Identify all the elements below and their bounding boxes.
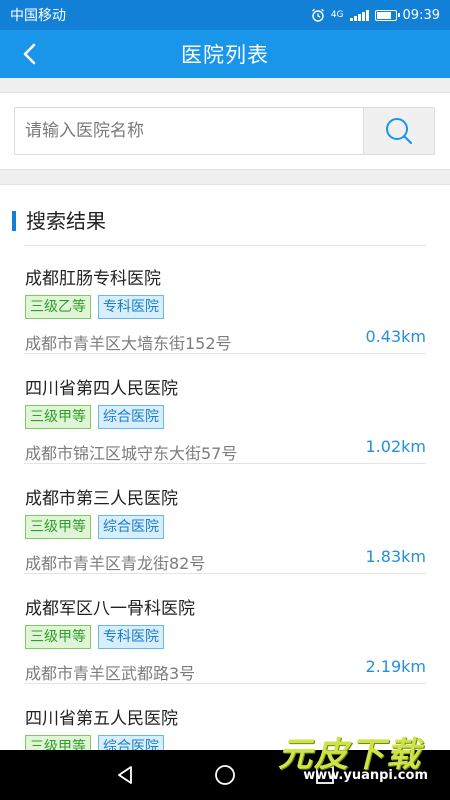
hospital-item[interactable]: 成都市第三人民医院 三级甲等 综合医院 成都市青羊区青龙街82号 1.83km	[0, 466, 450, 576]
results-panel: 搜索结果 成都肛肠专科医院 三级乙等 专科医院 成都市青羊区大墙东街152号 0…	[0, 184, 450, 750]
type-tag: 专科医院	[98, 625, 164, 649]
hospital-list: 成都肛肠专科医院 三级乙等 专科医院 成都市青羊区大墙东街152号 0.43km…	[0, 246, 450, 750]
divider	[24, 353, 426, 354]
circle-home-icon	[215, 765, 235, 785]
back-button[interactable]	[14, 38, 46, 70]
page-title: 医院列表	[181, 43, 269, 67]
signal-icon	[349, 9, 369, 21]
hospital-name: 成都市第三人民医院	[25, 489, 178, 509]
grade-tag: 三级甲等	[25, 515, 91, 539]
type-tag: 综合医院	[98, 405, 164, 429]
search-button[interactable]	[363, 107, 435, 155]
hospital-address: 成都市青羊区武都路3号	[25, 664, 196, 683]
hospital-item[interactable]: 四川省第四人民医院 三级甲等 综合医院 成都市锦江区城守东大街57号 1.02k…	[0, 356, 450, 466]
hospital-distance: 1.83km	[365, 547, 426, 566]
type-tag: 综合医院	[98, 735, 164, 750]
hospital-name: 成都军区八一骨科医院	[25, 599, 195, 619]
carrier-label: 中国移动	[10, 8, 66, 24]
watermark-url: www.yuanpi.com	[303, 768, 428, 783]
hospital-distance: 2.19km	[365, 657, 426, 676]
status-bar: 中国移动 4G 09:39	[0, 0, 450, 30]
hospital-address: 成都市锦江区城守东大街57号	[25, 444, 238, 463]
hospital-item[interactable]: 成都军区八一骨科医院 三级甲等 专科医院 成都市青羊区武都路3号 2.19km	[0, 576, 450, 686]
divider	[24, 573, 426, 574]
search-area	[0, 92, 450, 170]
grade-tag: 三级乙等	[25, 295, 91, 319]
divider	[24, 463, 426, 464]
triangle-back-icon	[118, 766, 132, 784]
nav-bar: 医院列表	[0, 30, 450, 78]
hospital-tags: 三级乙等 专科医院	[25, 295, 164, 319]
results-header: 搜索结果	[0, 203, 450, 243]
alarm-icon	[311, 8, 324, 22]
search-input[interactable]	[14, 107, 363, 155]
nav-home-button[interactable]	[210, 760, 240, 790]
grade-tag: 三级甲等	[25, 625, 91, 649]
hospital-tags: 三级甲等 综合医院	[25, 515, 164, 539]
grade-tag: 三级甲等	[25, 735, 91, 750]
nav-back-button[interactable]	[110, 760, 140, 790]
watermark-logo: 元皮下载 www.yuanpi.com	[266, 727, 432, 785]
hospital-tags: 三级甲等 专科医院	[25, 625, 164, 649]
status-indicators: 4G 09:39	[311, 8, 440, 23]
type-tag: 综合医院	[98, 515, 164, 539]
hospital-name: 四川省第四人民医院	[25, 379, 178, 399]
network-type-label: 4G	[330, 10, 344, 20]
hospital-item[interactable]: 成都肛肠专科医院 三级乙等 专科医院 成都市青羊区大墙东街152号 0.43km	[0, 246, 450, 356]
hospital-tags: 三级甲等 综合医院	[25, 735, 164, 750]
hospital-distance: 0.43km	[365, 327, 426, 346]
magnifier-icon	[386, 118, 413, 145]
battery-icon	[374, 9, 400, 21]
hospital-tags: 三级甲等 综合医院	[25, 405, 164, 429]
hospital-distance: 1.02km	[365, 437, 426, 456]
grade-tag: 三级甲等	[25, 405, 91, 429]
hospital-address: 成都市青羊区大墙东街152号	[25, 334, 232, 353]
hospital-address: 成都市青羊区青龙街82号	[25, 554, 206, 573]
type-tag: 专科医院	[98, 295, 164, 319]
divider	[24, 683, 426, 684]
results-heading: 搜索结果	[26, 209, 106, 233]
section-marker	[12, 211, 16, 231]
clock-label: 09:39	[402, 7, 440, 23]
chevron-left-icon	[23, 43, 36, 65]
hospital-name: 成都肛肠专科医院	[25, 269, 161, 289]
hospital-name: 四川省第五人民医院	[25, 709, 178, 729]
